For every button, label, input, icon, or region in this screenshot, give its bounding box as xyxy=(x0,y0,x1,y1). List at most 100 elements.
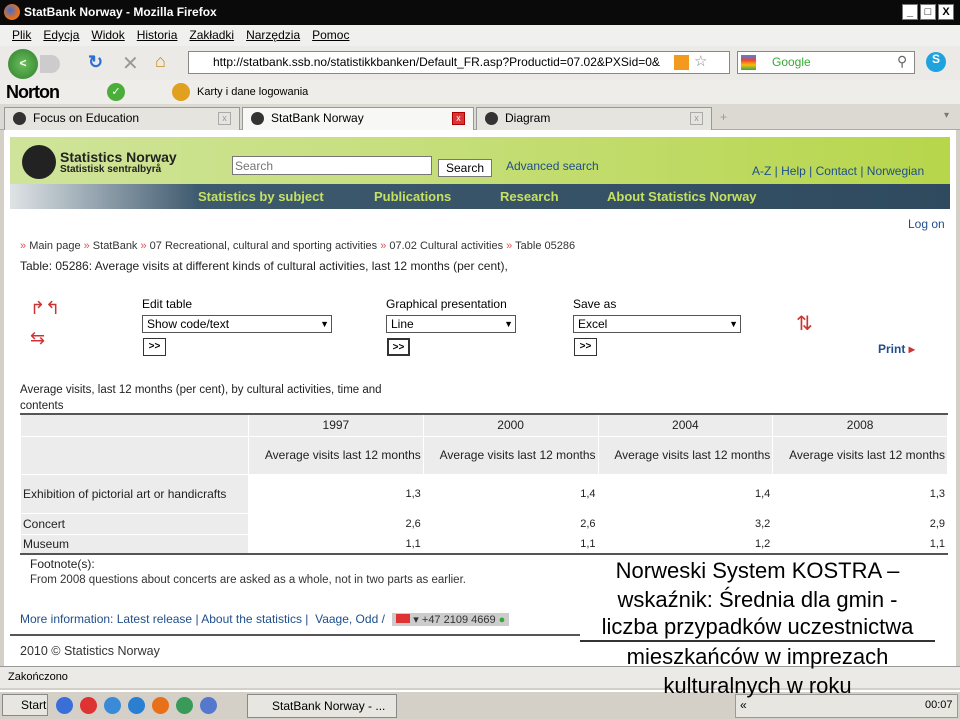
tab-label: Focus on Education xyxy=(33,111,140,125)
search-engine-name: Google xyxy=(772,55,811,69)
subheader-cell: Average visits last 12 months xyxy=(772,435,948,475)
new-tab-button[interactable]: + xyxy=(720,110,727,124)
row-header: Exhibition of pictorial art or handicraf… xyxy=(20,473,249,514)
passwords-menu[interactable]: Karty i dane logowania xyxy=(197,80,308,104)
overlay-line: Norweski System KOSTRA – xyxy=(615,558,900,583)
bookmark-star-icon[interactable]: ☆ xyxy=(694,52,707,70)
stop-icon[interactable]: ✕ xyxy=(122,51,139,76)
search-magnifier-icon[interactable]: ⚲ xyxy=(897,53,907,70)
save-go-button[interactable]: >> xyxy=(574,338,597,356)
norwegian-link[interactable]: Norwegian xyxy=(867,164,924,178)
site-search-input[interactable] xyxy=(232,156,432,175)
tab-diagram[interactable]: Diagram x xyxy=(476,107,712,130)
slide-overlay-text: Norweski System KOSTRA – wskaźnik: Średn… xyxy=(580,556,935,700)
title-bar: StatBank Norway - Mozilla Firefox _ □ X xyxy=(0,0,960,25)
table-row: Concert 2,6 2,6 3,2 2,9 xyxy=(20,512,948,535)
quicklaunch-icon[interactable] xyxy=(56,697,73,714)
breadcrumb-07-02[interactable]: 07.02 Cultural activities xyxy=(389,240,503,252)
save-as-select[interactable]: Excel ▼ xyxy=(573,315,741,333)
contact-link[interactable]: Contact xyxy=(816,164,857,178)
phone-widget[interactable]: ▾ +47 2109 4669 ● xyxy=(392,613,510,626)
back-button[interactable]: < xyxy=(8,49,38,79)
rotate-table-icon[interactable]: ⇆ xyxy=(30,328,45,349)
data-table: 1997 2000 2004 2008 Average visits last … xyxy=(20,413,948,555)
breadcrumb-main-page[interactable]: Main page xyxy=(29,240,80,252)
value-cell: 1,1 xyxy=(248,533,424,555)
about-statistics-link[interactable]: About the statistics xyxy=(201,612,302,626)
menu-history[interactable]: Historia xyxy=(137,28,178,42)
lock-icon xyxy=(172,83,190,101)
subheader-cell: Average visits last 12 months xyxy=(248,435,424,475)
value-cell: 1,3 xyxy=(248,473,424,514)
nav-research[interactable]: Research xyxy=(500,184,559,209)
logo-title[interactable]: Statistics Norway xyxy=(60,149,177,165)
tab-list-button[interactable]: ▾ xyxy=(944,110,949,121)
skype-icon[interactable]: S xyxy=(926,52,946,72)
tab-close-icon[interactable]: x xyxy=(218,112,231,125)
edit-table-go-button[interactable]: >> xyxy=(143,338,166,356)
quicklaunch-icon[interactable] xyxy=(104,697,121,714)
search-engine-input[interactable]: Google xyxy=(737,51,915,74)
value-cell: 1,1 xyxy=(772,533,948,555)
norton-logo[interactable]: Norton xyxy=(6,80,60,104)
ie-icon[interactable] xyxy=(128,697,145,714)
footnote-text: From 2008 questions about concerts are a… xyxy=(30,574,466,586)
minimize-button[interactable]: _ xyxy=(902,4,918,20)
table-row: Exhibition of pictorial art or handicraf… xyxy=(20,473,948,514)
menu-tools[interactable]: Narzędzia xyxy=(246,28,300,42)
taskbar-firefox-window[interactable]: StatBank Norway - ... xyxy=(247,694,397,718)
edit-table-select[interactable]: Show code/text ▼ xyxy=(142,315,332,333)
edit-table-label: Edit table xyxy=(142,297,193,311)
advanced-search-link[interactable]: Advanced search xyxy=(506,159,599,173)
favicon-icon xyxy=(251,112,264,125)
rss-icon[interactable] xyxy=(674,55,689,70)
nav-publications[interactable]: Publications xyxy=(374,184,451,209)
pivot-arrows-icon[interactable]: ↱↰ xyxy=(30,298,60,319)
url-text: http://statbank.ssb.no/statistikkbanken/… xyxy=(213,55,660,69)
home-icon[interactable]: ⌂ xyxy=(155,51,166,72)
latest-release-link[interactable]: Latest release xyxy=(117,612,192,626)
quicklaunch-icon[interactable] xyxy=(80,697,97,714)
help-link[interactable]: Help xyxy=(781,164,806,178)
url-bar[interactable]: http://statbank.ssb.no/statistikkbanken/… xyxy=(188,51,730,74)
norton-check-icon[interactable]: ✓ xyxy=(107,83,125,101)
google-icon[interactable] xyxy=(741,55,756,70)
tab-focus-on-education[interactable]: Focus on Education x xyxy=(4,107,240,130)
divider xyxy=(10,634,580,636)
tab-bar: Focus on Education x StatBank Norway x Dia… xyxy=(0,104,960,130)
maximize-button[interactable]: □ xyxy=(920,4,936,20)
forward-button[interactable] xyxy=(40,55,60,73)
sort-arrows-icon[interactable]: ⇅ xyxy=(796,311,813,336)
breadcrumb-table[interactable]: Table 05286 xyxy=(515,240,575,252)
a-z-link[interactable]: A-Z xyxy=(752,164,771,178)
tab-close-icon[interactable]: x xyxy=(690,112,703,125)
tab-close-icon[interactable]: x xyxy=(452,112,465,125)
graph-go-button[interactable]: >> xyxy=(387,338,410,356)
nav-statistics-by-subject[interactable]: Statistics by subject xyxy=(198,184,324,209)
breadcrumb-statbank[interactable]: StatBank xyxy=(93,240,138,252)
contact-person-link[interactable]: Vaage, Odd / xyxy=(315,612,385,626)
graph-label: Graphical presentation xyxy=(386,297,507,311)
print-link[interactable]: Print xyxy=(878,342,905,356)
quicklaunch-icon[interactable] xyxy=(176,697,193,714)
menu-view[interactable]: Widok xyxy=(91,28,124,42)
menu-bookmarks[interactable]: Zakładki xyxy=(189,28,234,42)
menu-edit[interactable]: Edycja xyxy=(43,28,79,42)
firefox-icon[interactable] xyxy=(152,697,169,714)
tray-expand-icon[interactable]: « xyxy=(740,698,747,712)
media-player-icon[interactable] xyxy=(200,697,217,714)
menu-help[interactable]: Pomoc xyxy=(312,28,349,42)
table-row: Museum 1,1 1,1 1,2 1,1 xyxy=(20,533,948,555)
value-cell: 3,2 xyxy=(597,512,774,535)
reload-icon[interactable]: ↻ xyxy=(88,52,103,73)
breadcrumb-07[interactable]: 07 Recreational, cultural and sporting a… xyxy=(150,240,377,252)
start-button[interactable]: Start xyxy=(2,694,48,716)
graph-value: Line xyxy=(391,317,414,331)
graph-select[interactable]: Line ▼ xyxy=(386,315,516,333)
log-on-link[interactable]: Log on xyxy=(908,217,945,231)
nav-about[interactable]: About Statistics Norway xyxy=(607,184,757,209)
site-search-button[interactable]: Search xyxy=(438,159,492,177)
close-button[interactable]: X xyxy=(938,4,954,20)
tab-statbank-norway[interactable]: StatBank Norway x xyxy=(242,107,474,130)
menu-file[interactable]: Plik xyxy=(12,28,31,42)
